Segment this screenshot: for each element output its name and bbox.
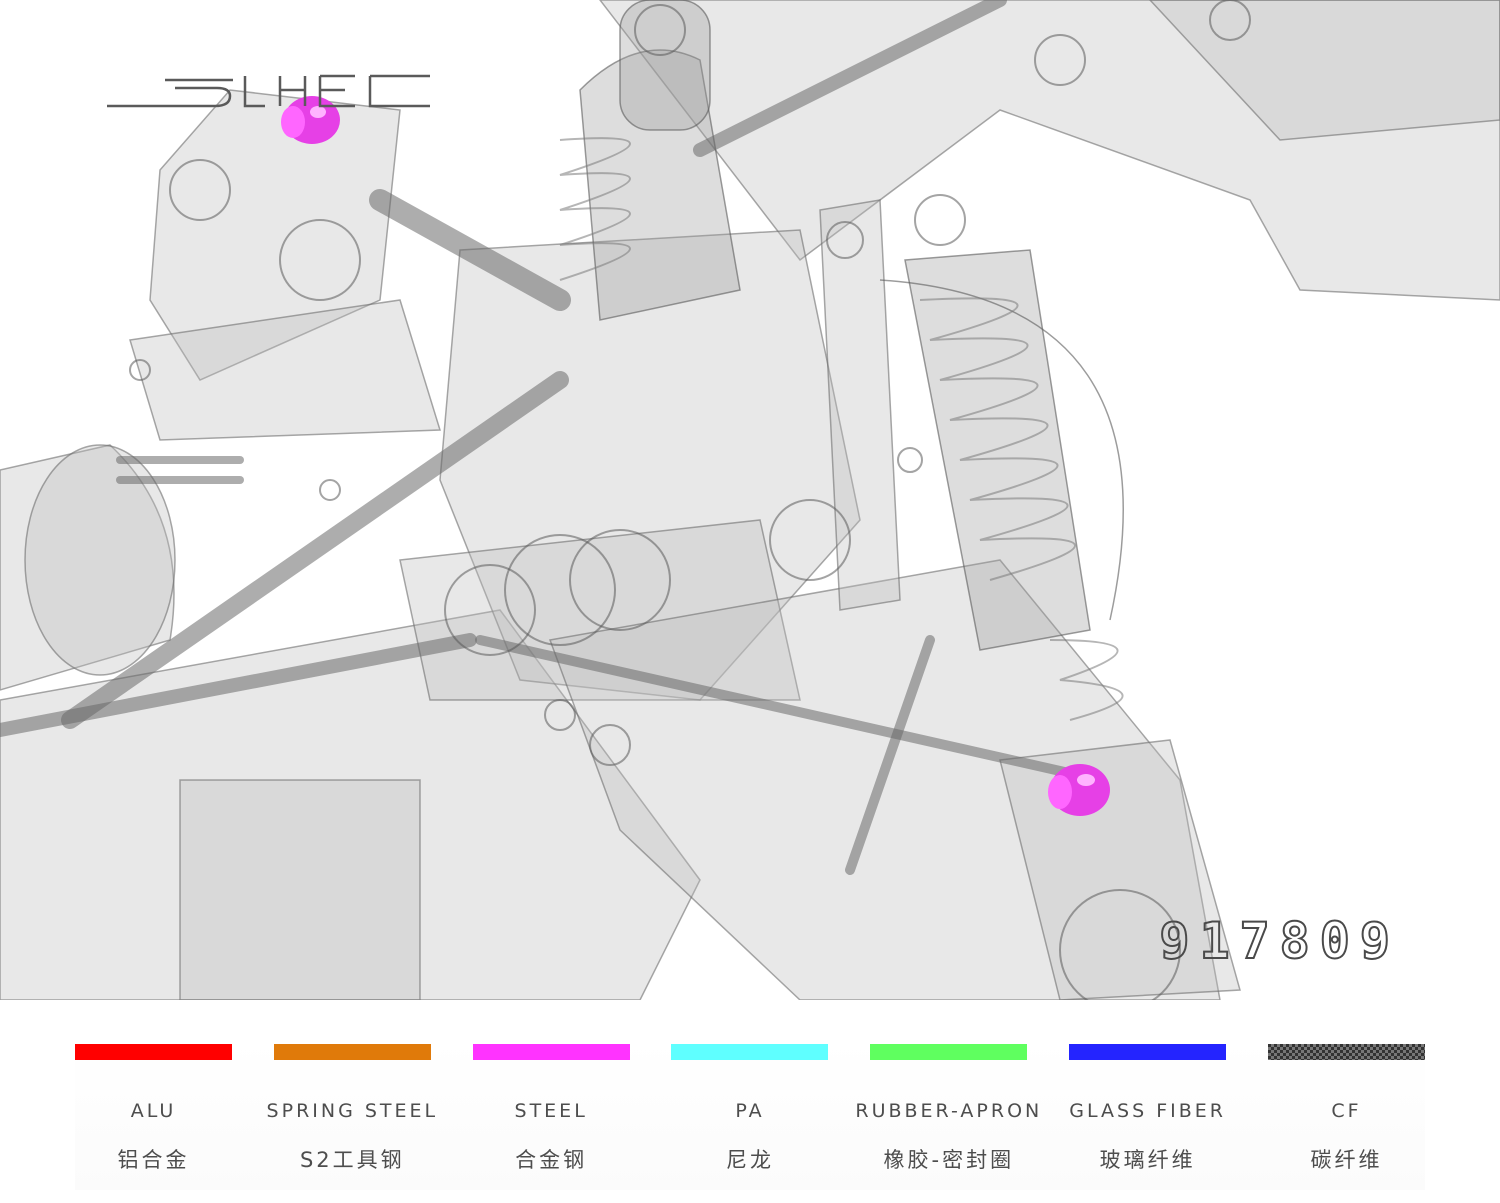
transparent-assembly-drawing [0,0,1500,1000]
legend-label-zh: 尼龙 [725,1148,774,1172]
legend-item-alu: ALU 铝合金 [75,1040,232,1190]
material-legend: ALU 铝合金 SPRING STEEL S2工具钢 STEEL 合金钢 PA … [75,1040,1425,1190]
color-swatch [1069,1044,1227,1060]
legend-label-en: STEEL [514,1100,588,1122]
legend-label-zh: 铝合金 [117,1148,190,1172]
legend-item-pa: PA 尼龙 [671,1040,829,1190]
color-swatch [671,1044,829,1060]
legend-label-en: GLASS FIBER [1069,1100,1226,1122]
legend-label-en: ALU [130,1100,177,1122]
legend-item-glass-fiber: GLASS FIBER 玻璃纤维 [1069,1040,1227,1190]
legend-label-zh: S2工具钢 [299,1148,405,1172]
legend-item-steel: STEEL 合金钢 [472,1040,630,1190]
brand-logo [105,68,435,113]
color-swatch [472,1044,630,1060]
legend-label-en: CF [1331,1100,1362,1122]
legend-label-zh: 碳纤维 [1310,1148,1383,1172]
color-swatch [870,1044,1028,1060]
part-number: 917809 [1158,911,1400,971]
product-render: 917809 [0,0,1500,1000]
color-swatch [273,1044,431,1060]
legend-label-zh: 合金钢 [515,1148,588,1172]
legend-item-rubber-apron: RUBBER-APRON 橡胶-密封圈 [855,1040,1039,1190]
legend-item-cf: CF 碳纤维 [1267,1040,1425,1190]
legend-label-en: PA [735,1100,765,1122]
legend-label-zh: 橡胶-密封圈 [883,1148,1015,1172]
color-swatch [1267,1044,1425,1060]
legend-label-en: RUBBER-APRON [855,1100,1043,1122]
legend-label-en: SPRING STEEL [266,1100,439,1122]
legend-label-zh: 玻璃纤维 [1099,1148,1196,1172]
color-swatch [75,1044,232,1060]
legend-item-spring-steel: SPRING STEEL S2工具钢 [267,1040,435,1190]
